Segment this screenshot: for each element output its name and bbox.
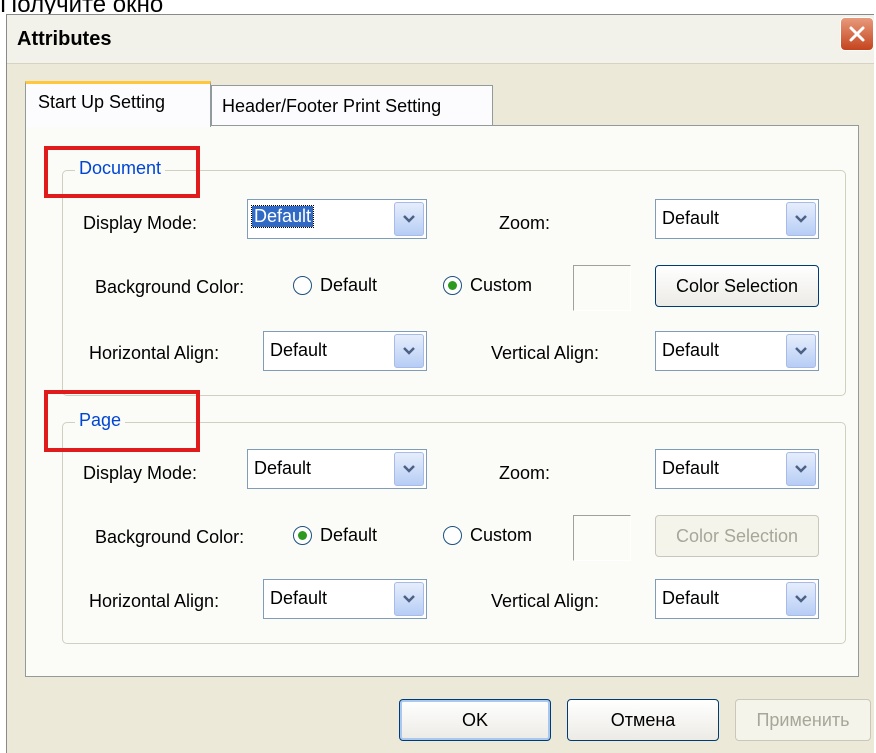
document-display-mode-label: Display Mode: [83, 213, 198, 233]
document-display-mode-select[interactable]: Default [247, 199, 427, 239]
document-v-align-select[interactable]: Default [655, 331, 819, 371]
chevron-down-icon[interactable] [786, 582, 816, 616]
document-h-align-value: Default [270, 340, 328, 360]
page-h-align-value: Default [270, 588, 328, 608]
page-zoom-label: Zoom: [499, 463, 551, 483]
document-v-align-label: Vertical Align: [491, 343, 600, 363]
document-radio-custom-label: Custom [470, 275, 533, 295]
page-highlight-box [44, 390, 200, 452]
tab-start-up-setting[interactable]: Start Up Setting [25, 81, 211, 127]
page-color-selection-button[interactable]: Color Selection [655, 515, 819, 557]
page-display-mode-label: Display Mode: [83, 463, 198, 483]
page-v-align-label: Vertical Align: [491, 591, 600, 611]
document-zoom-select[interactable]: Default [655, 199, 819, 239]
page-zoom-select[interactable]: Default [655, 449, 819, 489]
document-zoom-label: Zoom: [499, 213, 551, 233]
page-h-align-select[interactable]: Default [263, 579, 427, 619]
page-bg-color-label: Background Color: [95, 527, 245, 547]
document-v-align-value: Default [662, 340, 720, 360]
page-v-align-select[interactable]: Default [655, 579, 819, 619]
ok-button[interactable]: OK [399, 699, 551, 741]
chevron-down-icon[interactable] [394, 334, 424, 368]
attributes-dialog: Attributes Start Up Setting Header/Foote… [6, 14, 874, 753]
page-radio-custom[interactable]: Custom [443, 525, 532, 546]
document-radio-default-label: Default [320, 275, 378, 295]
radio-indicator [293, 526, 312, 545]
document-radio-custom[interactable]: Custom [443, 275, 532, 296]
cancel-button[interactable]: Отмена [567, 699, 719, 741]
page-display-mode-value: Default [254, 458, 312, 478]
document-bg-color-label: Background Color: [95, 277, 245, 297]
chevron-down-icon[interactable] [786, 334, 816, 368]
chevron-down-icon[interactable] [394, 202, 424, 236]
close-button[interactable] [840, 17, 874, 51]
close-icon [849, 26, 865, 42]
chevron-down-icon[interactable] [786, 452, 816, 486]
apply-button[interactable]: Применить [735, 699, 871, 741]
window-title: Attributes [17, 28, 112, 50]
document-display-mode-value: Default [250, 205, 315, 228]
page-color-swatch [573, 515, 631, 561]
page-radio-default[interactable]: Default [293, 525, 377, 546]
document-color-selection-button[interactable]: Color Selection [655, 265, 819, 307]
page-group: Page Display Mode: Default Zoom: Default… [62, 410, 846, 644]
document-zoom-value: Default [662, 208, 720, 228]
chevron-down-icon[interactable] [394, 452, 424, 486]
tab-header-footer-print-setting[interactable]: Header/Footer Print Setting [211, 85, 493, 127]
document-h-align-label: Horizontal Align: [89, 343, 220, 363]
page-radio-custom-label: Custom [470, 525, 533, 545]
radio-indicator [293, 276, 312, 295]
title-bar[interactable]: Attributes [7, 15, 874, 64]
document-radio-default[interactable]: Default [293, 275, 377, 296]
page-radio-default-label: Default [320, 525, 378, 545]
page-h-align-label: Horizontal Align: [89, 591, 220, 611]
page-zoom-value: Default [662, 458, 720, 478]
page-display-mode-select[interactable]: Default [247, 449, 427, 489]
chevron-down-icon[interactable] [786, 202, 816, 236]
document-color-swatch [573, 265, 631, 311]
chevron-down-icon[interactable] [394, 582, 424, 616]
document-h-align-select[interactable]: Default [263, 331, 427, 371]
document-group: Document Display Mode: Default Zoom: Def… [62, 158, 846, 396]
document-highlight-box [44, 146, 200, 198]
page-v-align-value: Default [662, 588, 720, 608]
radio-indicator [443, 276, 462, 295]
tab-panel-start-up-setting: Document Display Mode: Default Zoom: Def… [25, 125, 859, 677]
radio-indicator [443, 526, 462, 545]
